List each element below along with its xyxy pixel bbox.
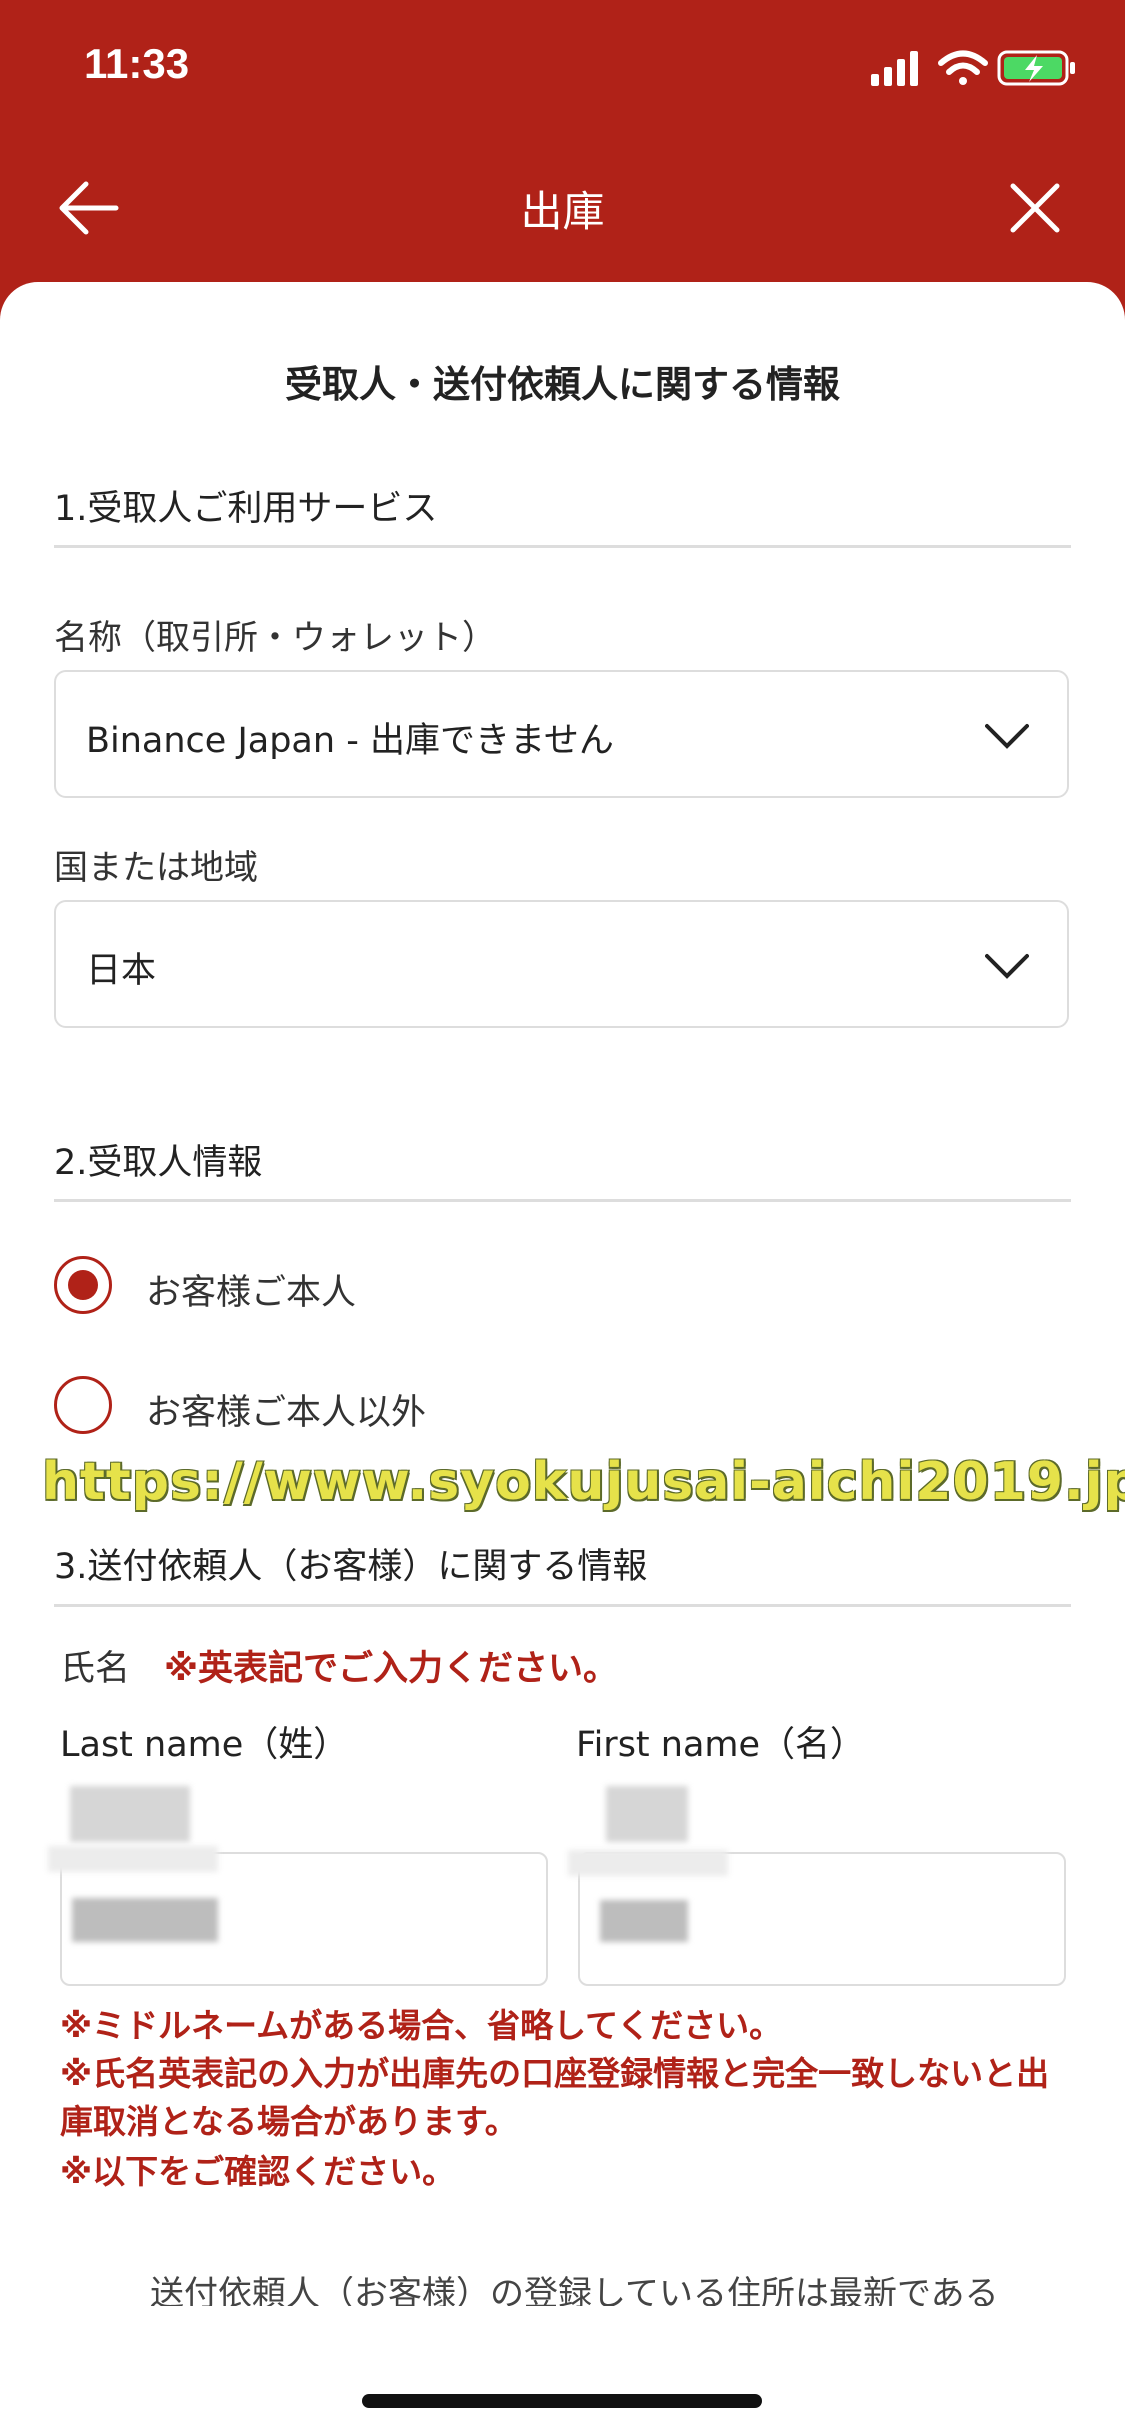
- redacted-block: [72, 1898, 218, 1942]
- name-note: ※英表記でご入力ください。: [164, 1649, 619, 1689]
- service-select[interactable]: Binance Japan - 出庫できません: [54, 670, 1069, 798]
- divider: [54, 545, 1071, 548]
- warning-name-match: ※氏名英表記の入力が出庫先の口座登録情報と完全一致しないと出庫取消となる場合があ…: [60, 2054, 1050, 2141]
- cut-off-text: 送付依頼人（お客様）の登録している住所は最新である: [60, 2276, 1070, 2306]
- radio-option-self[interactable]: お客様ご本人: [54, 1256, 754, 1320]
- status-time: 11:33: [84, 40, 190, 87]
- service-name-label: 名称（取引所・ウォレット）: [54, 618, 496, 658]
- redacted-block: [70, 1786, 190, 1842]
- country-label: 国または地域: [54, 848, 258, 888]
- country-select-value: 日本: [86, 951, 157, 991]
- app-header: 11:33 出庫: [0, 0, 1125, 320]
- divider: [54, 1199, 1071, 1202]
- radio-dot: [68, 1270, 98, 1300]
- radio-label: お客様ご本人: [146, 1273, 357, 1313]
- sheet-title: 受取人・送付依頼人に関する情報: [285, 363, 840, 406]
- wifi-icon: [938, 50, 988, 85]
- service-select-value: Binance Japan - 出庫できません: [86, 721, 614, 761]
- chevron-down-icon: [985, 944, 1029, 988]
- cut-off-text-content: 送付依頼人（お客様）の登録している住所は最新である: [150, 2276, 999, 2306]
- signal-icon: [871, 51, 918, 86]
- close-icon[interactable]: [999, 172, 1071, 244]
- section-title-receiver-info: 2.受取人情報: [54, 1143, 263, 1183]
- redacted-block: [600, 1900, 688, 1942]
- section-title-receiver-service: 1.受取人ご利用サービス: [54, 489, 438, 529]
- redacted-block: [48, 1846, 218, 1872]
- section-title-sender-info: 3.送付依頼人（お客様）に関する情報: [54, 1547, 648, 1587]
- radio-option-other[interactable]: お客様ご本人以外: [54, 1376, 754, 1440]
- radio-button[interactable]: [54, 1376, 112, 1434]
- radio-label: お客様ご本人以外: [146, 1393, 427, 1433]
- name-label: 氏名: [60, 1649, 131, 1689]
- first-name-label: First name（名）: [576, 1725, 866, 1765]
- page-title: 出庫: [520, 187, 605, 236]
- redacted-block: [568, 1850, 728, 1876]
- warning-confirm: ※以下をご確認ください。: [60, 2152, 456, 2191]
- warning-middle-name: ※ミドルネームがある場合、省略してください。: [60, 2006, 783, 2045]
- form-sheet: 受取人・送付依頼人に関する情報 1.受取人ご利用サービス 名称（取引所・ウォレッ…: [0, 282, 1125, 2436]
- status-icons: [871, 46, 1081, 90]
- radio-button-selected[interactable]: [54, 1256, 112, 1314]
- battery-icon: [997, 50, 1075, 86]
- country-select[interactable]: 日本: [54, 900, 1069, 1028]
- home-indicator: [362, 2394, 762, 2408]
- chevron-down-icon: [985, 714, 1029, 758]
- watermark-url: https://www.syokujusai-aichi2019.jp/: [42, 1452, 1125, 1512]
- divider: [54, 1604, 1071, 1607]
- redacted-block: [606, 1786, 688, 1842]
- last-name-label: Last name（姓）: [60, 1725, 349, 1765]
